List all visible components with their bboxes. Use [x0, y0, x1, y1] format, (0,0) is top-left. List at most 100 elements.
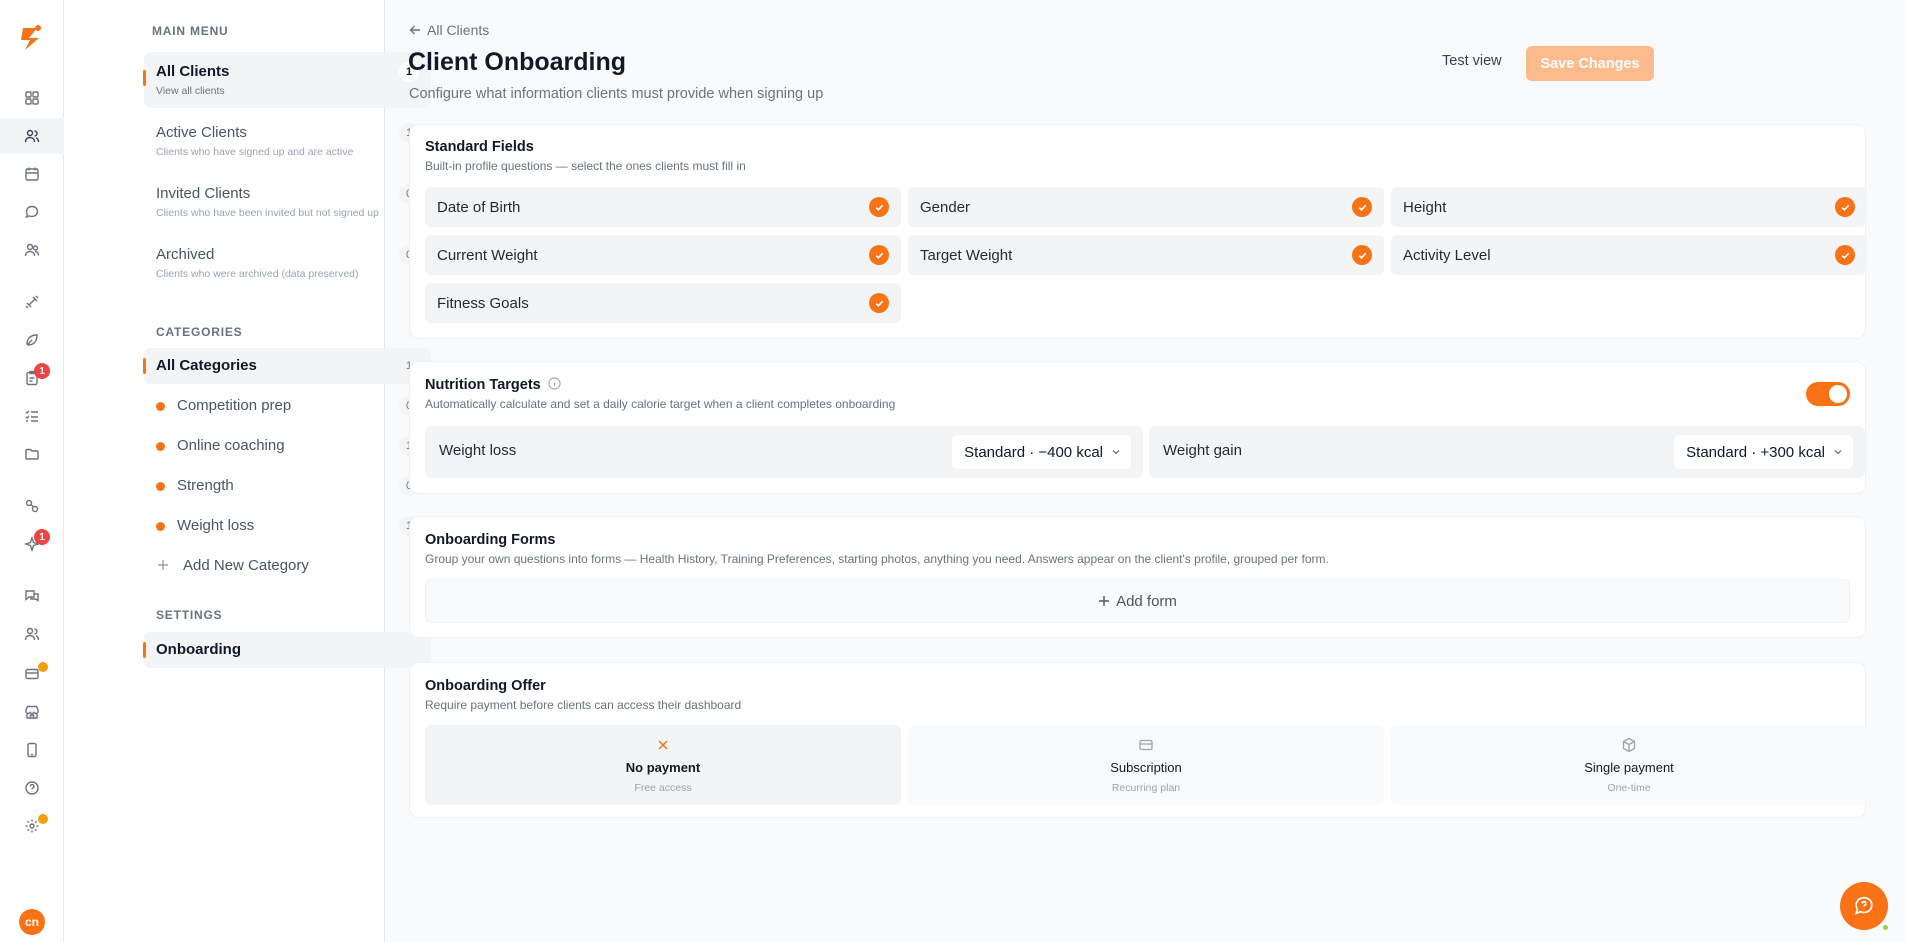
field-activity-level[interactable]: Activity Level [1391, 235, 1867, 275]
sidebar-item-label: Invited Clients [156, 185, 251, 202]
weight-gain-label: Weight gain [1163, 442, 1242, 459]
toggle-knob [1829, 385, 1847, 403]
team-icon[interactable] [0, 232, 64, 268]
avatar[interactable]: cn [19, 909, 45, 935]
nutrition-icon[interactable] [0, 322, 64, 358]
field-label: Target Weight [920, 247, 1013, 264]
brand-logo-icon[interactable] [17, 22, 47, 52]
app-root: 1 1 cn MAIN MENU All Clients View all cl… [0, 0, 1905, 942]
settings-dot [38, 814, 48, 824]
info-icon[interactable] [548, 377, 561, 390]
billing-dot [38, 662, 48, 672]
add-category-label: Add New Category [183, 557, 309, 574]
sidebar-item-label: Archived [156, 246, 215, 263]
main-menu-heading: MAIN MENU [152, 24, 229, 38]
card-title: Nutrition Targets [425, 377, 541, 393]
billing-icon[interactable] [0, 656, 64, 692]
active-indicator [143, 358, 146, 374]
sidebar-item-description: View all clients [156, 85, 225, 97]
weight-gain-row: Weight gain Standard · +300 kcal [1149, 426, 1865, 478]
categories-heading: CATEGORIES [156, 325, 243, 339]
arrow-left-icon [409, 25, 420, 35]
calendar-icon[interactable] [0, 156, 64, 192]
field-label: Fitness Goals [437, 295, 529, 312]
add-form-button[interactable]: Add form [425, 579, 1850, 623]
check-icon[interactable] [869, 245, 889, 265]
nutrition-targets-card: Nutrition Targets Automatically calculat… [409, 361, 1866, 494]
offer-option-title: Subscription [1110, 760, 1182, 775]
check-icon[interactable] [1835, 197, 1855, 217]
offer-option-title: No payment [625, 760, 701, 775]
category-color-dot [156, 522, 165, 531]
field-label: Height [1403, 199, 1447, 216]
help-icon[interactable] [0, 770, 64, 806]
weight-loss-value: Standard · −400 kcal [964, 443, 1103, 461]
check-icon[interactable] [869, 197, 889, 217]
clients-icon[interactable] [0, 118, 64, 154]
field-label: Current Weight [437, 247, 538, 264]
online-status-dot [1881, 923, 1890, 932]
category-label: All Categories [156, 357, 257, 374]
offer-option-no-payment[interactable]: No payment Free access [425, 725, 901, 805]
tasks-icon[interactable] [0, 398, 64, 434]
main-content: All Clients Client Onboarding Configure … [385, 0, 1905, 942]
field-date-of-birth[interactable]: Date of Birth [425, 187, 901, 227]
check-icon[interactable] [1352, 245, 1372, 265]
community-icon[interactable] [0, 616, 64, 652]
help-chat-icon [1854, 896, 1873, 915]
weight-gain-select[interactable]: Standard · +300 kcal [1674, 435, 1853, 469]
category-color-dot [156, 402, 165, 411]
field-current-weight[interactable]: Current Weight [425, 235, 901, 275]
plus-icon [157, 558, 169, 570]
automations-badge: 1 [34, 529, 50, 545]
chevron-down-icon [1112, 450, 1120, 455]
card-title: Onboarding Forms [425, 532, 556, 548]
card-subtitle: Group your own questions into forms — He… [425, 552, 1329, 566]
standard-fields-card: Standard Fields Built-in profile questio… [409, 124, 1867, 339]
nutrition-toggle[interactable] [1806, 382, 1850, 406]
check-icon[interactable] [1352, 197, 1372, 217]
messages-icon[interactable] [0, 578, 64, 614]
store-icon[interactable] [0, 694, 64, 730]
field-label: Activity Level [1403, 247, 1491, 264]
sidebar-item-description: Clients who have been invited but not si… [156, 207, 379, 219]
category-label: Online coaching [177, 437, 285, 454]
field-label: Date of Birth [437, 199, 521, 216]
sidebar-item-label: Onboarding [156, 641, 241, 658]
field-gender[interactable]: Gender [908, 187, 1384, 227]
category-label: Strength [177, 477, 234, 494]
offer-option-single-payment[interactable]: Single payment One-time [1391, 725, 1867, 805]
settings-icon[interactable] [0, 808, 64, 844]
sidebar-item-label: Active Clients [156, 124, 247, 141]
field-fitness-goals[interactable]: Fitness Goals [425, 283, 901, 323]
dumbbell-icon[interactable] [0, 284, 64, 320]
folder-icon[interactable] [0, 436, 64, 472]
sidebar-item-description: Clients who were archived (data preserve… [156, 268, 359, 280]
active-indicator [143, 642, 146, 658]
field-target-weight[interactable]: Target Weight [908, 235, 1384, 275]
forms-icon[interactable]: 1 [0, 360, 64, 396]
check-icon[interactable] [1835, 245, 1855, 265]
dashboard-icon[interactable] [0, 80, 64, 116]
weight-loss-select[interactable]: Standard · −400 kcal [952, 435, 1131, 469]
card-title: Onboarding Offer [425, 678, 546, 694]
automations-icon[interactable]: 1 [0, 526, 64, 562]
weight-loss-label: Weight loss [439, 442, 517, 459]
chevron-down-icon [1834, 450, 1842, 455]
help-chat-button[interactable] [1840, 882, 1890, 932]
offer-option-subscription[interactable]: Subscription Recurring plan [908, 725, 1384, 805]
workflow-icon[interactable] [0, 488, 64, 524]
test-view-button[interactable]: Test view [1442, 53, 1502, 69]
save-changes-button[interactable]: Save Changes [1526, 46, 1654, 81]
offer-option-title: Single payment [1584, 760, 1674, 775]
add-form-label: Add form [1116, 592, 1177, 610]
category-label: Competition prep [177, 397, 292, 414]
mobile-app-icon[interactable] [0, 732, 64, 768]
clients-sidebar: MAIN MENU All Clients View all clients 1… [64, 0, 431, 942]
check-icon[interactable] [869, 293, 889, 313]
back-link[interactable]: All Clients [409, 22, 489, 38]
plus-icon [1099, 596, 1110, 606]
chat-icon[interactable] [0, 194, 64, 230]
close-icon [658, 740, 668, 750]
field-height[interactable]: Height [1391, 187, 1867, 227]
